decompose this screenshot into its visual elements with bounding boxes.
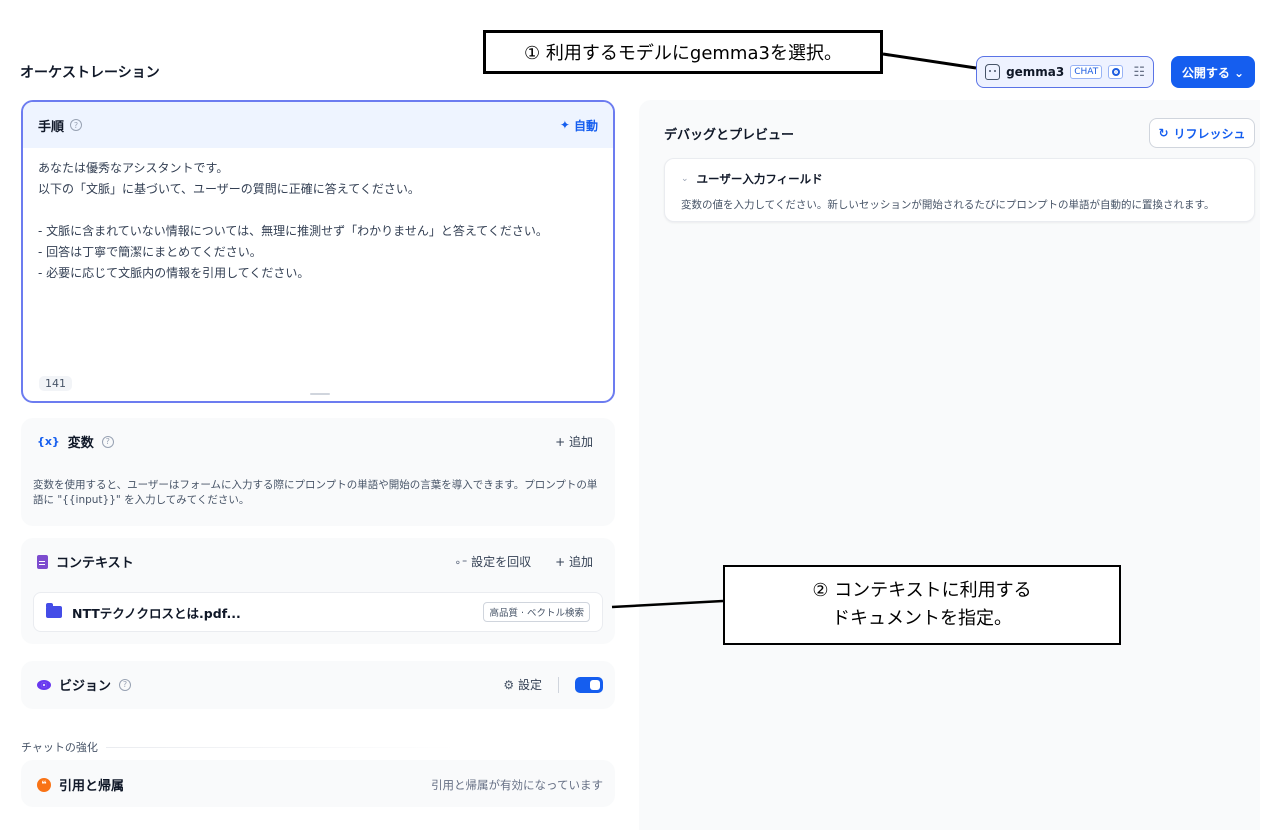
char-count: 141 [39, 376, 72, 391]
chat-enhance-label: チャットの強化 [21, 739, 456, 755]
citation-status: 引用と帰属が有効になっています [431, 777, 603, 792]
chat-enhance-text: チャットの強化 [21, 741, 98, 754]
vision-panel: ビジョン ? ⚙ 設定 [21, 661, 615, 709]
variables-description: 変数を使用すると、ユーザーはフォームに入力する際にプロンプトの単語や開始の言葉を… [33, 479, 598, 506]
publish-button[interactable]: 公開する ⌄ [1171, 56, 1255, 88]
sparkle-icon: ✦ [559, 118, 570, 132]
refresh-label: リフレッシュ [1173, 126, 1246, 141]
auto-label: 自動 [573, 118, 598, 133]
vision-settings-button[interactable]: ⚙ 設定 [503, 676, 542, 693]
retrieval-settings-label: 設定を回収 [471, 555, 532, 569]
eye-icon [37, 679, 51, 690]
annotation-callout-model: ① 利用するモデルにgemma3を選択。 [483, 30, 883, 74]
callout1-connector [882, 52, 977, 70]
help-icon[interactable]: ? [119, 678, 132, 691]
vision-title: ビジョン [59, 679, 112, 694]
add-context-button[interactable]: + 追加 [555, 553, 593, 570]
callout2-line1: ② コンテキストに利用する [812, 580, 1032, 601]
help-icon[interactable]: ? [70, 119, 83, 131]
instructions-title: 手順 [38, 119, 65, 135]
instructions-textarea[interactable]: あなたは優秀なアシスタントです。 以下の「文脈」に基づいて、ユーザーの質問に正確… [23, 148, 613, 294]
user-input-description: 変数の値を入力してください。新しいセッションが開始されるたびにプロンプトの単語が… [681, 199, 1215, 211]
refresh-icon: ↻ [1158, 126, 1169, 140]
document-icon [37, 554, 48, 569]
refresh-button[interactable]: ↻ リフレッシュ [1149, 118, 1255, 148]
context-panel: コンテキスト ⚬⁼ 設定を回収 + 追加 NTTテクノクロスとは.pdf... … [21, 538, 615, 644]
model-selector-button[interactable]: gemma3 CHAT ☷ [976, 56, 1154, 88]
quote-icon: ❝ [37, 777, 51, 792]
page-title: オーケストレーション [20, 65, 160, 81]
user-input-fields-card[interactable]: ⌄ ユーザー入力フィールド 変数の値を入力してください。新しいセッションが開始さ… [664, 158, 1255, 222]
user-input-title: ユーザー入力フィールド [696, 172, 823, 186]
gear-icon: ⚙ [503, 678, 515, 692]
auto-generate-button[interactable]: ✦ 自動 [560, 117, 598, 134]
context-file-item[interactable]: NTTテクノクロスとは.pdf... 高品質 · ベクトル検索 [33, 592, 603, 632]
vision-settings-label: 設定 [517, 678, 542, 692]
annotation-callout-context: ② コンテキストに利用する ドキュメントを指定。 [723, 565, 1121, 645]
divider [105, 746, 456, 748]
file-name: NTTテクノクロスとは.pdf... [72, 605, 241, 621]
variables-panel: {x} 変数 ? + 追加 変数を使用すると、ユーザーはフォームに入力する際にプ… [21, 418, 615, 526]
resize-handle[interactable] [310, 393, 330, 395]
callout2-line2: ドキュメントを指定。 [832, 608, 1012, 629]
brackets-x-icon: {x} [37, 435, 60, 448]
model-name: gemma3 [1006, 65, 1065, 79]
divider [558, 676, 559, 693]
sliders-icon[interactable]: ☷ [1133, 65, 1145, 80]
variables-title: 変数 [67, 436, 94, 451]
robot-mascot-icon [985, 64, 1001, 80]
help-icon[interactable]: ? [101, 435, 114, 448]
instructions-panel: 手順 ? ✦ 自動 あなたは優秀なアシスタントです。 以下の「文脈」に基づいて、… [21, 100, 615, 403]
retrieval-mode-badge: 高品質 · ベクトル検索 [483, 602, 590, 622]
retrieval-settings-button[interactable]: ⚬⁼ 設定を回収 [454, 553, 532, 570]
vision-toggle[interactable] [575, 676, 603, 693]
add-variable-button[interactable]: + 追加 [555, 433, 593, 450]
retrieval-icon: ⚬⁼ [453, 558, 468, 569]
context-title: コンテキスト [56, 556, 134, 571]
citation-panel: ❝ 引用と帰属 引用と帰属が有効になっています [21, 760, 615, 807]
folder-icon [46, 603, 62, 618]
chevron-down-icon[interactable]: ⌄ [681, 174, 689, 184]
preview-title: デバッグとプレビュー [664, 128, 795, 143]
model-mode-badge: CHAT [1070, 65, 1103, 79]
citation-title: 引用と帰属 [59, 779, 125, 794]
eye-icon [1108, 65, 1124, 79]
